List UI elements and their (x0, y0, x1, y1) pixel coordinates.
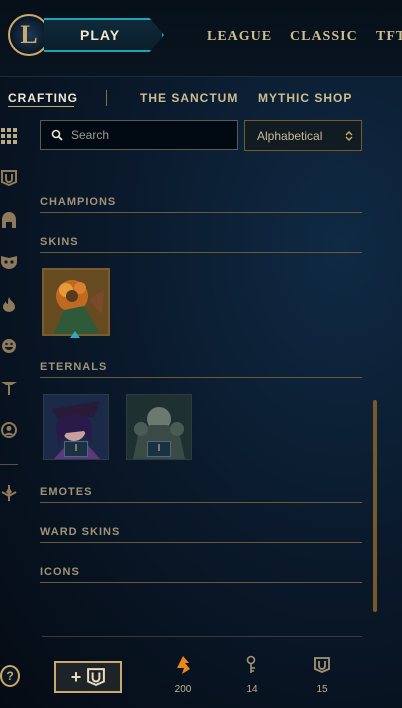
helmet-icon[interactable] (0, 211, 18, 229)
section-icons[interactable]: ICONS (40, 562, 362, 583)
key-icon (246, 655, 256, 673)
chevron-updown-icon (345, 130, 353, 141)
sort-dropdown[interactable]: Alphabetical (244, 120, 362, 151)
chest-icon (87, 668, 106, 686)
key-counter: 14 (232, 655, 272, 695)
section-emotes[interactable]: EMOTES (40, 482, 362, 503)
plus-label: + (70, 666, 82, 687)
footer-divider (42, 636, 362, 637)
sort-selected: Alphabetical (257, 128, 323, 143)
active-tab-underline (8, 106, 74, 107)
fire-icon[interactable] (0, 295, 18, 313)
eternal-tile[interactable]: I (43, 394, 109, 460)
search-placeholder: Search (71, 128, 110, 142)
orange-essence-counter: 200 (163, 655, 203, 695)
orange-essence-value: 200 (174, 684, 192, 695)
subnav-divider (106, 90, 107, 106)
rarity-gem-icon (70, 331, 80, 338)
chest-icon (314, 657, 330, 673)
play-button[interactable]: PLAY (44, 18, 164, 52)
nav-league[interactable]: LEAGUE (207, 29, 272, 45)
tab-crafting[interactable]: CRAFTING (8, 91, 78, 105)
skin-art (44, 270, 108, 334)
section-champions[interactable]: CHAMPIONS (40, 192, 362, 213)
tab-the-sanctum[interactable]: THE SANCTUM (140, 91, 238, 105)
profile-icon[interactable] (0, 421, 18, 439)
sidebar-divider (0, 464, 18, 465)
chest-counter: 15 (302, 655, 342, 695)
league-logo[interactable]: L (8, 14, 50, 56)
chest-value: 15 (316, 684, 328, 695)
emote-face-icon[interactable] (0, 337, 18, 355)
ward-icon[interactable] (0, 484, 18, 502)
craft-chest-button[interactable]: + (54, 661, 122, 693)
nav-tft[interactable]: TFT (376, 29, 402, 45)
totem-icon[interactable] (0, 379, 18, 397)
chest-icon[interactable] (0, 169, 18, 187)
section-skins[interactable]: SKINS (40, 232, 362, 253)
mask-icon[interactable] (0, 253, 18, 271)
orange-essence-icon (177, 656, 190, 674)
tab-mythic-shop[interactable]: MYTHIC SHOP (258, 91, 352, 105)
section-ward-skins[interactable]: WARD SKINS (40, 522, 362, 543)
eternal-level-badge: I (64, 441, 88, 457)
skin-shard-tile[interactable] (42, 268, 110, 336)
eternal-tile[interactable]: I (126, 394, 192, 460)
grid-icon[interactable] (0, 127, 18, 145)
section-eternals[interactable]: ETERNALS (40, 357, 362, 378)
nav-classic[interactable]: CLASSIC (290, 29, 358, 45)
eternal-level-badge: I (147, 441, 171, 457)
search-icon (51, 129, 63, 141)
key-value: 14 (246, 684, 258, 695)
help-button[interactable]: ? (0, 665, 20, 687)
search-input[interactable]: Search (40, 120, 238, 150)
scrollbar[interactable] (373, 400, 377, 612)
